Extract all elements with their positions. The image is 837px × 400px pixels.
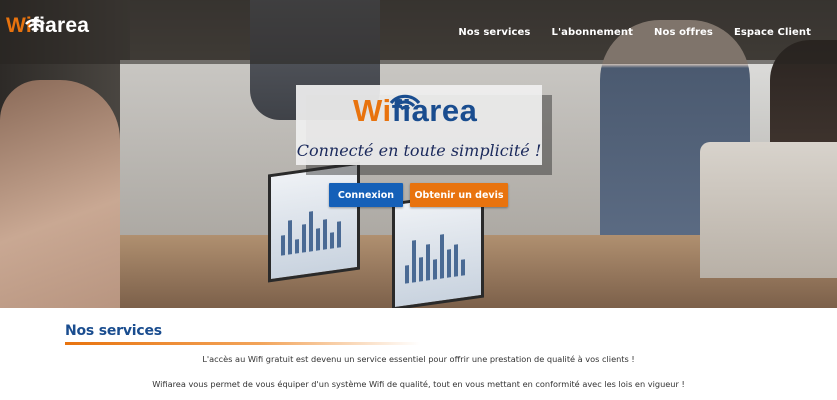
brand-logo[interactable]: Wi fiarea xyxy=(6,14,89,38)
background-laptop-chart xyxy=(281,207,341,256)
background-laptop-chart xyxy=(405,231,465,284)
get-quote-button[interactable]: Obtenir un devis xyxy=(410,183,508,207)
background-photo-laptop xyxy=(392,189,484,308)
hero-banner: Wi fiarea Nos services L'abonnement Nos o… xyxy=(0,0,837,308)
hero-card: Wi fiarea Connecté en toute simplicité ! xyxy=(296,85,542,165)
nav-link-offers[interactable]: Nos offres xyxy=(654,27,713,38)
nav-link-subscription[interactable]: L'abonnement xyxy=(551,27,633,38)
background-photo-laptop-back xyxy=(700,142,837,278)
services-title: Nos services xyxy=(65,323,162,339)
services-title-underline xyxy=(65,342,420,345)
hero-tagline: Connecté en toute simplicité ! xyxy=(296,141,542,160)
background-photo-woman-left xyxy=(0,80,120,308)
nav-link-client-area[interactable]: Espace Client xyxy=(734,27,811,38)
top-navigation-bar: Wi fiarea Nos services L'abonnement Nos o… xyxy=(0,0,837,64)
services-section: Nos services L'accès au Wifi gratuit est… xyxy=(0,308,837,400)
wifi-signal-icon xyxy=(389,94,421,111)
login-button[interactable]: Connexion xyxy=(329,183,403,207)
background-photo-laptop xyxy=(268,161,360,283)
nav-link-services[interactable]: Nos services xyxy=(458,27,530,38)
hero-logo: Wi fiarea xyxy=(353,94,477,126)
wifi-signal-icon xyxy=(25,18,45,31)
services-paragraph-2: Wifiarea vous permet de vous équiper d'u… xyxy=(152,379,685,389)
services-paragraph-1: L'accès au Wifi gratuit est devenu un se… xyxy=(202,354,635,364)
main-nav: Nos services L'abonnement Nos offres Esp… xyxy=(458,0,837,64)
